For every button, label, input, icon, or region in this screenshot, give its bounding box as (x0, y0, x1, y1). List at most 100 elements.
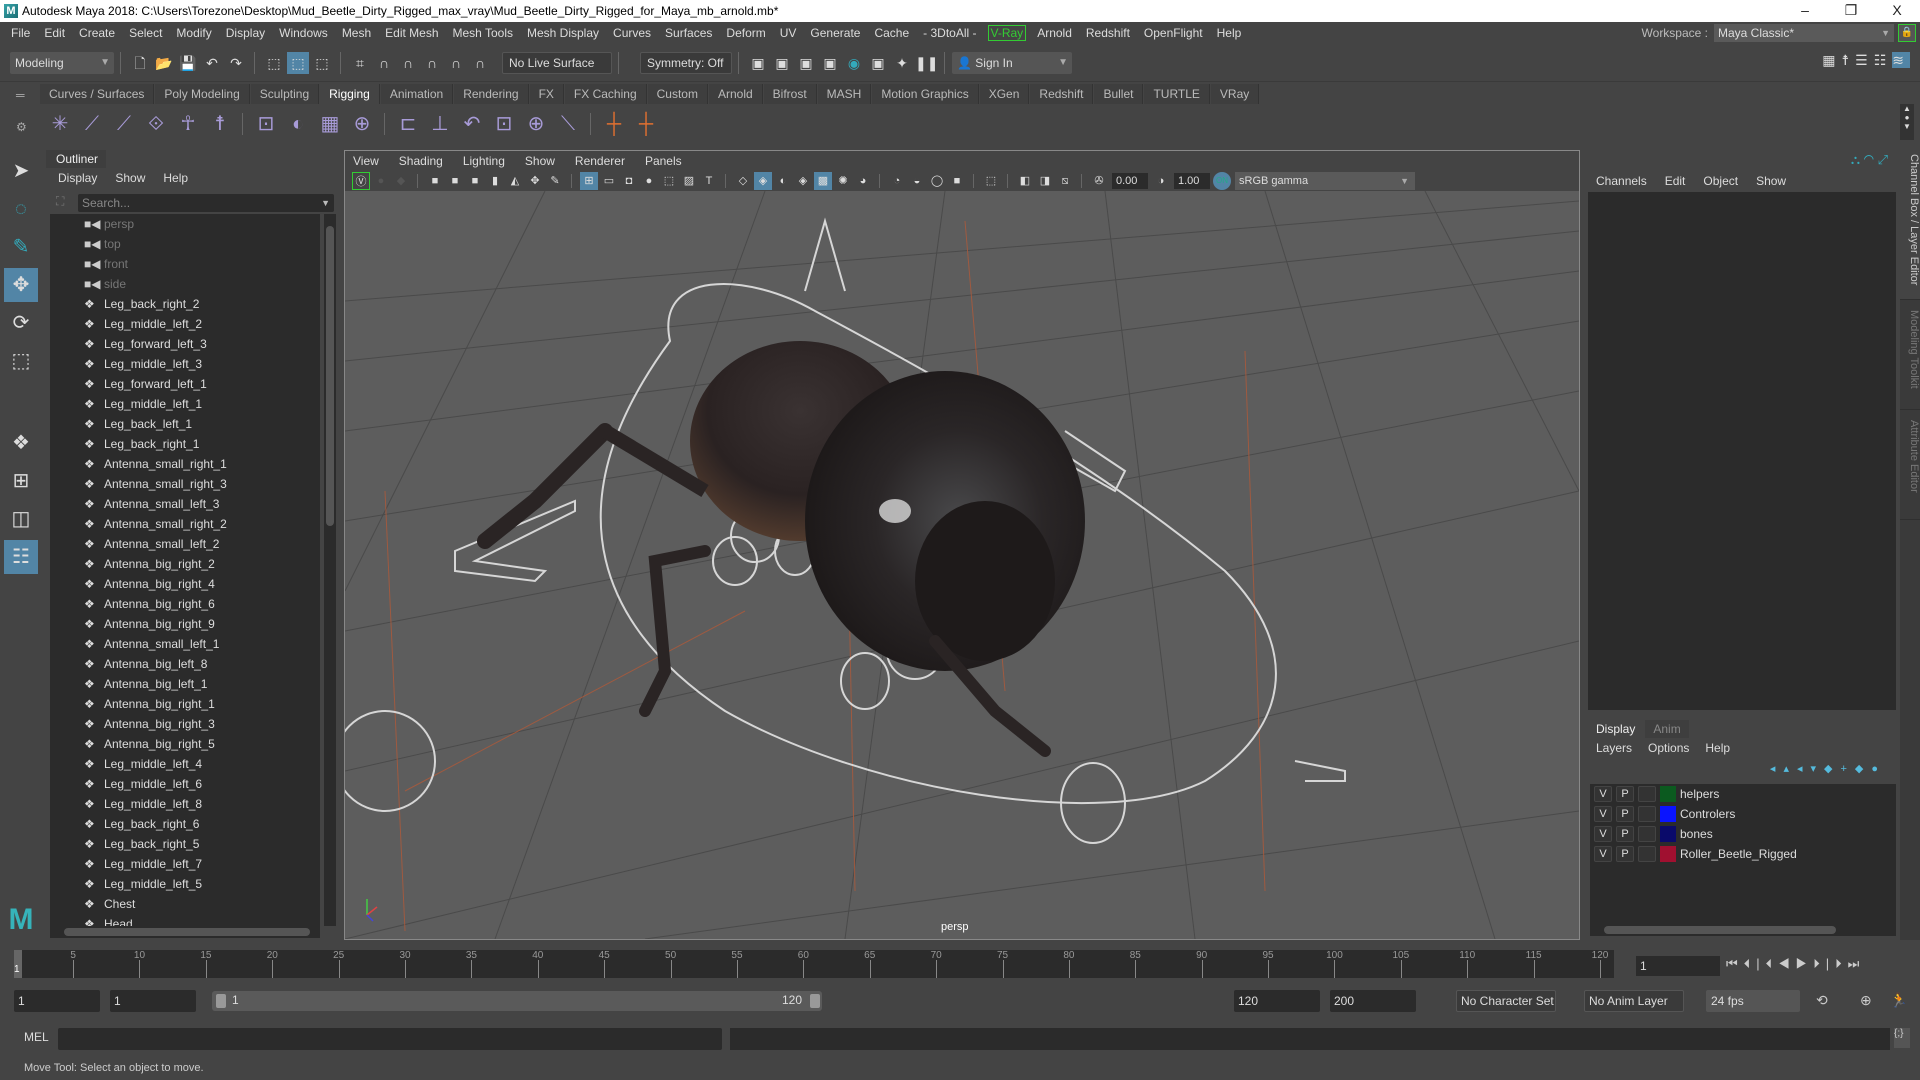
outliner-item[interactable]: ❖ Leg_middle_left_1 (50, 394, 320, 414)
menu-modify[interactable]: Modify (169, 26, 218, 40)
shelf-tab-fx-caching[interactable]: FX Caching (564, 84, 647, 104)
shelf-tab-animation[interactable]: Animation (380, 84, 454, 104)
resolution-gate-icon[interactable]: ◘ (620, 172, 638, 190)
outliner-item[interactable]: ❖ Leg_forward_left_3 (50, 334, 320, 354)
layer-color-swatch[interactable] (1660, 806, 1676, 822)
layer-action-icons[interactable]: ◂▴◂▾◆+◆● (1770, 762, 1886, 775)
shelf-tab-mash[interactable]: MASH (817, 84, 872, 104)
layer-menu-layers[interactable]: Layers (1596, 741, 1632, 755)
xray-components-icon[interactable]: ⧅ (1056, 172, 1074, 190)
outliner-item[interactable]: ❖ Leg_back_right_5 (50, 834, 320, 854)
rotate-tool-icon[interactable]: ⟳ (4, 306, 38, 340)
character-set-dropdown[interactable]: No Character Set (1456, 990, 1556, 1012)
layer-visibility-toggle[interactable]: V (1594, 846, 1612, 862)
current-time-marker[interactable]: 1 (14, 950, 22, 978)
outliner-item[interactable]: ■◀ persp (50, 214, 320, 234)
four-view-icon[interactable]: ⊞ (4, 464, 38, 498)
channel-box-area[interactable] (1588, 192, 1896, 710)
shelf-tab-bullet[interactable]: Bullet (1094, 84, 1144, 104)
shelf-tab-redshift[interactable]: Redshift (1030, 84, 1094, 104)
cluster-icon[interactable]: ⊕ (347, 109, 377, 139)
range-bar[interactable]: 1 120 (212, 991, 822, 1011)
snap-point-icon[interactable]: ∩ (397, 52, 419, 74)
menu-set-dropdown[interactable]: Modeling ▼ (10, 51, 114, 74)
outliner-layout-icon[interactable]: ☷ (4, 540, 38, 574)
fps-dropdown[interactable]: 24 fps (1706, 990, 1800, 1012)
outliner-search-input[interactable]: Search... (78, 194, 334, 212)
3d-viewport[interactable]: persp (345, 191, 1579, 939)
channel-box-menu-object[interactable]: Object (1703, 174, 1738, 188)
outliner-item[interactable]: ❖ Leg_middle_left_4 (50, 754, 320, 774)
xray-icon[interactable]: ◧ (1016, 172, 1034, 190)
outliner-item[interactable]: ❖ Antenna_small_left_1 (50, 634, 320, 654)
snap-curve-icon[interactable]: ∩ (373, 52, 395, 74)
outliner-item[interactable]: ❖ Leg_middle_left_7 (50, 854, 320, 874)
range-start-handle[interactable] (216, 994, 226, 1008)
outliner-item[interactable]: ❖ Antenna_small_right_2 (50, 514, 320, 534)
layer-color-swatch[interactable] (1660, 786, 1676, 802)
outliner-vertical-scrollbar[interactable] (324, 214, 336, 926)
menu-deform[interactable]: Deform (719, 26, 772, 40)
outliner-horizontal-scrollbar[interactable] (50, 926, 320, 938)
film-gate-icon[interactable]: ▭ (600, 172, 618, 190)
shelf-options[interactable]: ═ ⚙ (0, 84, 40, 144)
render-view-icon[interactable]: ▣ (747, 52, 769, 74)
scene-start-field[interactable]: 1 (14, 990, 100, 1012)
layer-row[interactable]: V P Controlers (1590, 804, 1896, 824)
snap-view-plane-icon[interactable]: ∩ (421, 52, 443, 74)
menu-v-ray[interactable]: V-Ray (987, 25, 1027, 41)
outliner-item[interactable]: ❖ Antenna_big_left_8 (50, 654, 320, 674)
shelf-tab-custom[interactable]: Custom (647, 84, 708, 104)
outliner-item[interactable]: ❖ Leg_back_left_1 (50, 414, 320, 434)
outliner-item[interactable]: ❖ Leg_back_right_1 (50, 434, 320, 454)
menu-edit[interactable]: Edit (37, 26, 72, 40)
mel-label[interactable]: MEL (24, 1030, 49, 1044)
shelf-tab-rigging[interactable]: Rigging (320, 84, 380, 104)
field-chart-icon[interactable]: ⬚ (660, 172, 678, 190)
select-tool-icon[interactable]: ➤ (4, 154, 38, 188)
menu-help[interactable]: Help (1210, 26, 1249, 40)
textured-icon[interactable]: ▩ (814, 172, 832, 190)
pole-vector-icon[interactable]: ⟍ (553, 109, 583, 139)
outliner-item[interactable]: ❖ Antenna_big_right_9 (50, 614, 320, 634)
viewport-menu-panels[interactable]: Panels (645, 154, 682, 168)
layer-display-type-toggle[interactable] (1638, 846, 1656, 862)
channel-box-menu-channels[interactable]: Channels (1596, 174, 1647, 188)
layer-display-type-toggle[interactable] (1638, 826, 1656, 842)
outliner-item[interactable]: ❖ Antenna_big_right_3 (50, 714, 320, 734)
view-transform-dropdown[interactable]: sRGB gamma (1235, 172, 1415, 190)
current-frame-field[interactable]: 1 (1636, 956, 1720, 976)
redo-icon[interactable]: ↷ (225, 52, 247, 74)
loop-icon[interactable]: ⟲ (1816, 992, 1828, 1009)
parent-constraint-icon[interactable]: ⊏ (393, 109, 423, 139)
humanik-icon[interactable]: ☥ (173, 109, 203, 139)
color-management-toggle[interactable]: ON (1213, 172, 1231, 190)
save-scene-icon[interactable]: 💾 (177, 52, 199, 74)
shelf-tab-vray[interactable]: VRay (1210, 84, 1260, 104)
layer-row[interactable]: V Pbones (1590, 824, 1896, 844)
menu-openflight[interactable]: OpenFlight (1137, 26, 1210, 40)
layer-color-swatch[interactable] (1660, 846, 1676, 862)
shelf-tab-turtle[interactable]: TURTLE (1144, 84, 1210, 104)
outliner-item[interactable]: ❖ Antenna_big_right_4 (50, 574, 320, 594)
shelf-tab-bifrost[interactable]: Bifrost (763, 84, 817, 104)
select-camera-icon[interactable]: ■ (426, 172, 444, 190)
outliner-item[interactable]: ❖ Antenna_small_left_3 (50, 494, 320, 514)
viewport-menu-show[interactable]: Show (525, 154, 555, 168)
side-tab-attribute-editor[interactable]: Attribute Editor (1900, 416, 1920, 520)
outliner-item[interactable]: ❖ Antenna_small_right_3 (50, 474, 320, 494)
time-ruler[interactable]: 1 5 10 15 20 25 30 35 40 45 50 55 60 65 70 75 80 85 90 95 1… (14, 950, 1614, 978)
redshift-icon[interactable]: ◆ (392, 172, 410, 190)
shelf-tab-xgen[interactable]: XGen (979, 84, 1030, 104)
2d-pan-zoom-icon[interactable]: ✥ (526, 172, 544, 190)
light-editor-icon[interactable]: ✦ (891, 52, 913, 74)
outliner-item[interactable]: ❖ Antenna_big_right_2 (50, 554, 320, 574)
outliner-item[interactable]: ❖ Head (50, 914, 320, 926)
outliner-item[interactable]: ❖ Chest (50, 894, 320, 914)
menu-surfaces[interactable]: Surfaces (658, 26, 719, 40)
menu-cache[interactable]: Cache (867, 26, 916, 40)
skin-bind-icon[interactable]: ⊡ (251, 109, 281, 139)
outliner-item[interactable]: ■◀ side (50, 274, 320, 294)
shelf-tab-sculpting[interactable]: Sculpting (250, 84, 320, 104)
motion-blur-icon[interactable]: ◒ (908, 172, 926, 190)
